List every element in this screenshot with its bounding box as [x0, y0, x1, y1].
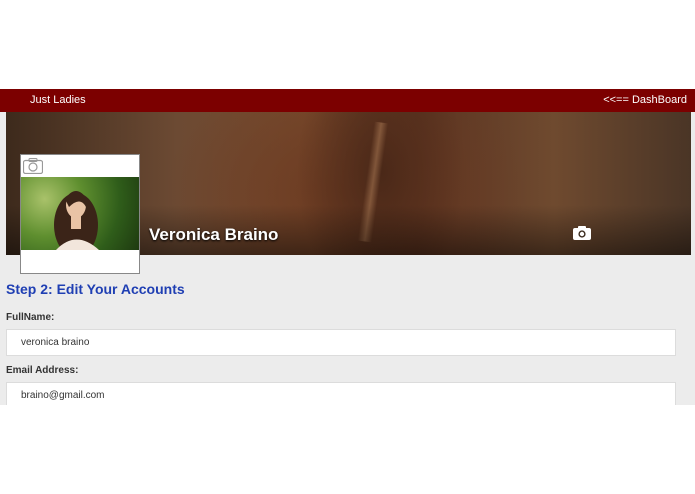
email-input[interactable]	[6, 382, 676, 405]
avatar-camera-icon[interactable]	[23, 158, 43, 174]
avatar-card	[20, 154, 140, 274]
step-title: Step 2: Edit Your Accounts	[6, 281, 185, 297]
avatar-portrait	[54, 191, 99, 250]
cover-camera-icon[interactable]	[573, 226, 591, 240]
brand-title: Just Ladies	[30, 94, 86, 106]
fullname-input[interactable]	[6, 329, 676, 356]
avatar-photo	[21, 177, 139, 250]
profile-name: Veronica Braino	[149, 225, 279, 244]
dashboard-link[interactable]: <<== DashBoard	[603, 94, 687, 106]
fullname-label: FullName:	[6, 312, 55, 323]
top-navbar: Just Ladies <<== DashBoard	[0, 89, 695, 112]
main-content: Veronica Braino Step 2: Edit Your Accoun…	[0, 112, 695, 405]
email-label: Email Address:	[6, 365, 79, 376]
